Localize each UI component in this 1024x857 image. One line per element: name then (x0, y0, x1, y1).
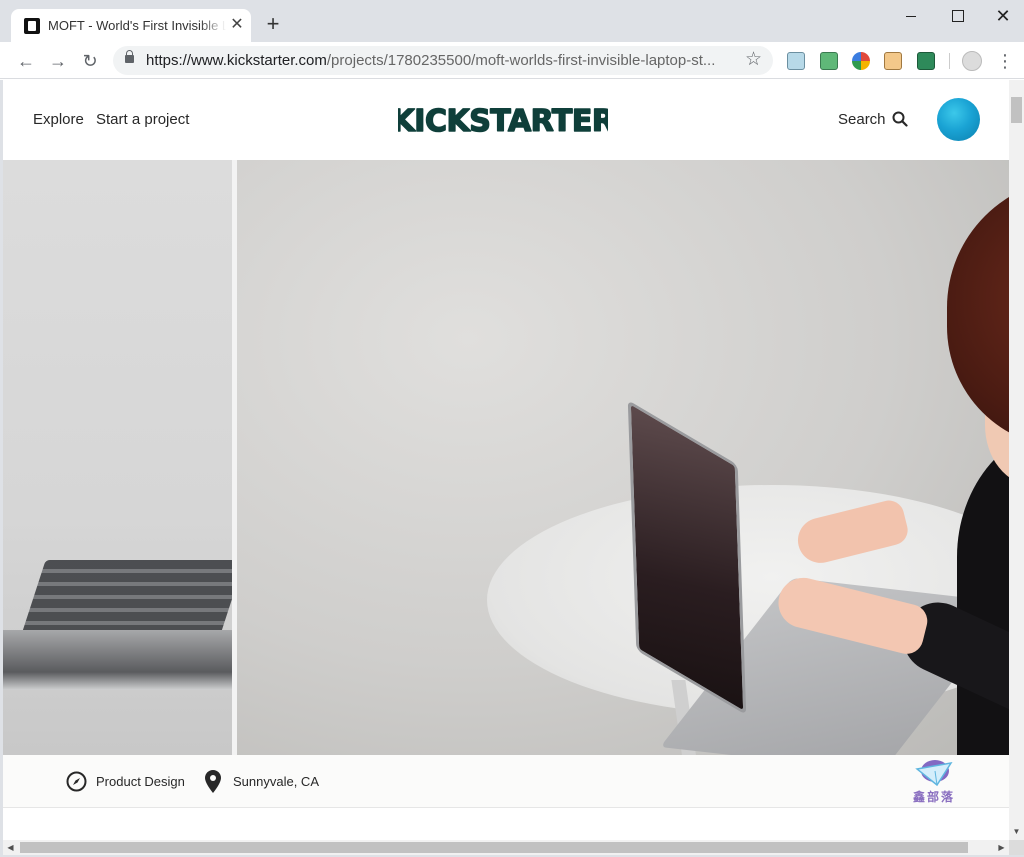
location-pin-icon (205, 770, 221, 793)
window-minimize-button[interactable] (896, 6, 926, 26)
location-link[interactable]: Sunnyvale, CA (233, 774, 319, 789)
vertical-scrollbar-thumb[interactable] (1011, 97, 1022, 123)
scroll-left-arrow[interactable]: ◀ (3, 840, 18, 855)
extension-icon-2[interactable] (820, 52, 838, 70)
url-text[interactable]: https://www.kickstarter.com/projects/178… (146, 52, 736, 69)
hero-main-photo (237, 160, 1009, 755)
bookmark-star-icon[interactable]: ☆ (745, 49, 762, 71)
vertical-scrollbar[interactable]: ▼ (1009, 80, 1024, 840)
forward-button[interactable]: → (46, 49, 70, 73)
url-host: https://www.kickstarter.com (146, 52, 327, 69)
laptop-base-closeup (3, 630, 232, 690)
laptop-keyboard-closeup (20, 560, 245, 638)
browser-menu-icon[interactable]: ⋮ (996, 49, 1014, 73)
tab-title: MOFT - World's First Invisible Laptop St… (48, 18, 226, 33)
watermark-text: 鑫部落 (913, 790, 956, 804)
project-meta-bar: Product Design Sunnyvale, CA 鑫部落 (3, 755, 1009, 808)
user-avatar[interactable] (937, 98, 980, 141)
kickstarter-logo[interactable]: KICKSTARTER (398, 102, 608, 138)
project-hero-image[interactable] (3, 160, 1009, 755)
watermark-logo-icon (915, 760, 953, 787)
window-close-button[interactable]: ✕ (988, 6, 1018, 26)
kickstarter-favicon-icon (24, 18, 40, 34)
search-icon[interactable] (892, 111, 908, 127)
url-path: /projects/1780235500/moft-worlds-first-i… (326, 52, 716, 69)
extension-icon-1[interactable] (787, 52, 805, 70)
start-project-link[interactable]: Start a project (96, 111, 189, 128)
search-link[interactable]: Search (838, 111, 886, 128)
reload-button[interactable]: ↻ (78, 49, 102, 73)
window-maximize-button[interactable] (942, 6, 972, 26)
watermark: 鑫部落 (908, 759, 960, 807)
scroll-right-arrow[interactable]: ▶ (994, 840, 1009, 855)
tab-close-icon[interactable]: ✕ (229, 16, 245, 34)
back-button[interactable]: ← (14, 49, 38, 73)
horizontal-scrollbar-thumb[interactable] (20, 842, 968, 853)
explore-link[interactable]: Explore (33, 111, 84, 128)
page-viewport: Explore Start a project KICKSTARTER Sear… (3, 80, 1009, 840)
extension-icon-4[interactable] (884, 52, 902, 70)
profile-icon[interactable] (962, 51, 982, 71)
site-header: Explore Start a project KICKSTARTER Sear… (3, 80, 1009, 160)
browser-tab[interactable]: MOFT - World's First Invisible Laptop St… (11, 9, 251, 42)
window-frame-left (0, 80, 3, 857)
scroll-down-arrow[interactable]: ▼ (1009, 824, 1024, 839)
below-fold-content (3, 808, 1009, 840)
browser-titlebar: MOFT - World's First Invisible Laptop St… (0, 0, 1024, 42)
extension-icon-3[interactable] (852, 52, 870, 70)
compass-icon (66, 771, 87, 792)
browser-toolbar: ← → ↻ https://www.kickstarter.com/projec… (0, 42, 1024, 79)
category-link[interactable]: Product Design (96, 774, 185, 789)
new-tab-button[interactable]: + (262, 13, 284, 35)
hero-left-panel (3, 160, 245, 755)
svg-text:KICKSTARTER: KICKSTARTER (398, 104, 608, 138)
lock-icon[interactable] (125, 50, 134, 63)
person-hair (947, 178, 1009, 448)
extension-icon-5[interactable] (917, 52, 935, 70)
toolbar-divider (949, 53, 950, 69)
address-bar[interactable]: https://www.kickstarter.com/projects/178… (113, 46, 773, 75)
horizontal-scrollbar[interactable]: ◀ ▶ (3, 840, 1009, 855)
scrollbar-corner (1009, 840, 1024, 855)
